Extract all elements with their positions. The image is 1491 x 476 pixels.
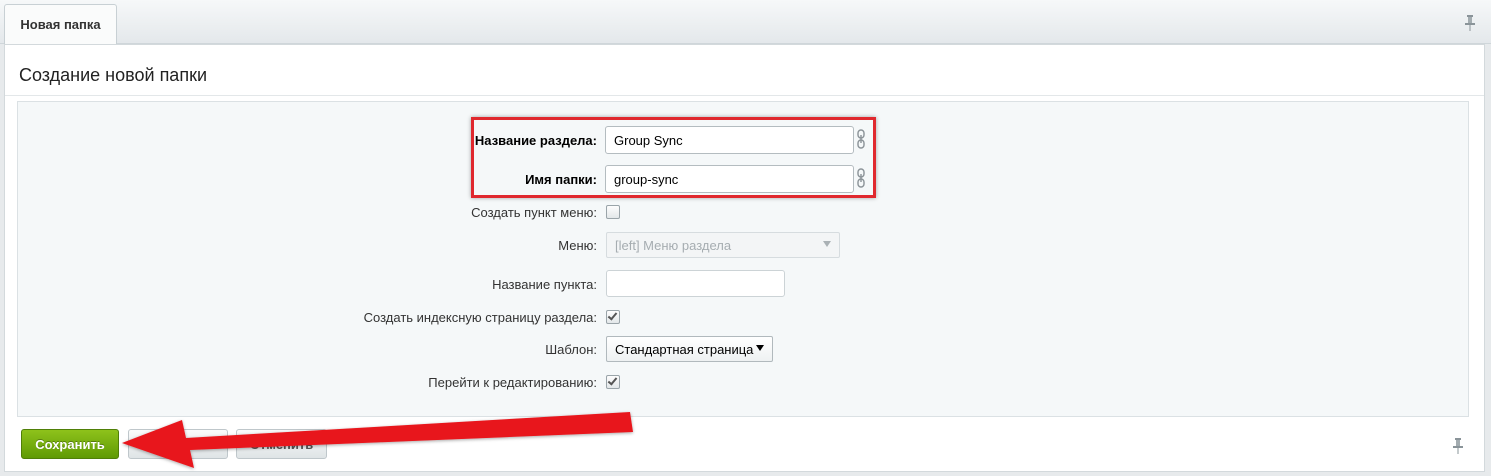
- annotation-arrow-icon: [122, 412, 633, 468]
